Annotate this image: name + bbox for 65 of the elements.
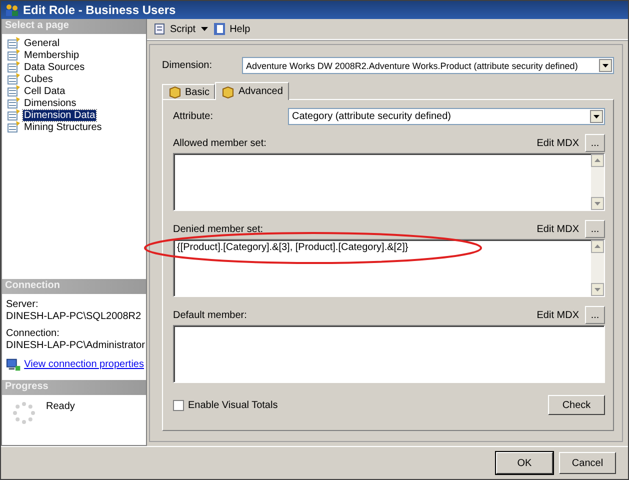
people-icon xyxy=(5,3,19,17)
progress-status: Ready xyxy=(46,401,75,412)
attribute-label: Attribute: xyxy=(173,111,214,122)
checkbox-label: Enable Visual Totals xyxy=(188,400,278,410)
help-button[interactable]: Help xyxy=(210,22,252,36)
scrollbar[interactable] xyxy=(591,154,604,210)
mdx-text-area[interactable] xyxy=(173,153,605,211)
page-item[interactable]: Mining Structures xyxy=(23,122,103,132)
dimension-label: Dimension: xyxy=(162,60,214,71)
member-set-label: Denied member set: xyxy=(173,224,264,234)
cube-icon xyxy=(221,84,236,98)
connection-value: DINESH-LAP-PC\Administrator xyxy=(6,340,144,352)
page-item[interactable]: Data Sources xyxy=(23,62,86,72)
script-button[interactable]: Script xyxy=(151,22,198,36)
page-icon xyxy=(7,37,21,49)
computer-icon xyxy=(6,358,22,372)
mdx-expression: {[Product].[Category].&[3], [Product].[Category].&[2]} xyxy=(177,242,408,253)
cube-icon xyxy=(168,85,182,99)
spinner-icon xyxy=(12,401,36,425)
server-label: Server: xyxy=(6,299,40,311)
page-item[interactable]: Cubes xyxy=(23,74,54,84)
dialog-button[interactable]: Cancel xyxy=(559,452,616,474)
edit-mdx-label: Edit MDX xyxy=(536,138,579,148)
page-item[interactable]: Membership xyxy=(23,50,80,60)
scrollbar[interactable] xyxy=(591,240,604,296)
caret-icon[interactable] xyxy=(200,27,208,31)
window-title: Edit Role - Business Users xyxy=(23,3,176,17)
scroll-down-icon xyxy=(591,197,604,210)
member-set-label: Default member: xyxy=(173,310,247,320)
section-header: Connection xyxy=(2,279,146,294)
dimension-dropdown[interactable]: Adventure Works DW 2008R2.Adventure Works.Product (attribute security defined) xyxy=(242,57,614,74)
scroll-up-icon xyxy=(591,154,604,167)
page-icon xyxy=(7,121,21,133)
page-icon xyxy=(7,85,21,97)
tab[interactable]: Advanced xyxy=(215,82,289,100)
page-item[interactable]: General xyxy=(23,38,61,48)
edit-mdx-label: Edit MDX xyxy=(536,310,579,320)
page-icon xyxy=(7,61,21,73)
mdx-text-area[interactable]: {[Product].[Category].&[3], [Product].[Category].&[2]} xyxy=(173,239,605,297)
view-connection-link[interactable]: View connection properties xyxy=(24,359,144,371)
ellipsis-button[interactable]: ... xyxy=(585,306,605,324)
scroll-down-icon xyxy=(591,283,604,296)
ellipsis-button[interactable]: ... xyxy=(585,134,605,152)
page-icon xyxy=(7,49,21,61)
connection-label: Connection: xyxy=(6,328,60,340)
check-button[interactable]: Check xyxy=(548,395,605,415)
page-item[interactable]: Cell Data xyxy=(23,86,66,96)
ellipsis-button[interactable]: ... xyxy=(585,220,605,238)
edit-mdx-label: Edit MDX xyxy=(536,224,579,234)
page-icon xyxy=(7,73,21,85)
page-icon xyxy=(7,97,21,109)
server-value: DINESH-LAP-PC\SQL2008R2 xyxy=(6,311,142,323)
page-icon xyxy=(7,109,21,121)
page-item[interactable]: Dimensions xyxy=(23,98,78,108)
checkbox[interactable] xyxy=(173,400,184,410)
section-header: Progress xyxy=(2,380,146,395)
scroll-up-icon xyxy=(591,240,604,253)
dialog-button[interactable]: OK xyxy=(496,452,553,474)
mdx-text-area[interactable] xyxy=(173,325,605,383)
page-item[interactable]: Dimension Data xyxy=(23,110,96,120)
section-header: Select a page xyxy=(2,19,146,34)
script-icon xyxy=(153,22,167,36)
attribute-dropdown[interactable]: Category (attribute security defined) xyxy=(288,108,605,125)
member-set-label: Allowed member set: xyxy=(173,138,266,148)
tab[interactable]: Basic xyxy=(162,84,216,99)
